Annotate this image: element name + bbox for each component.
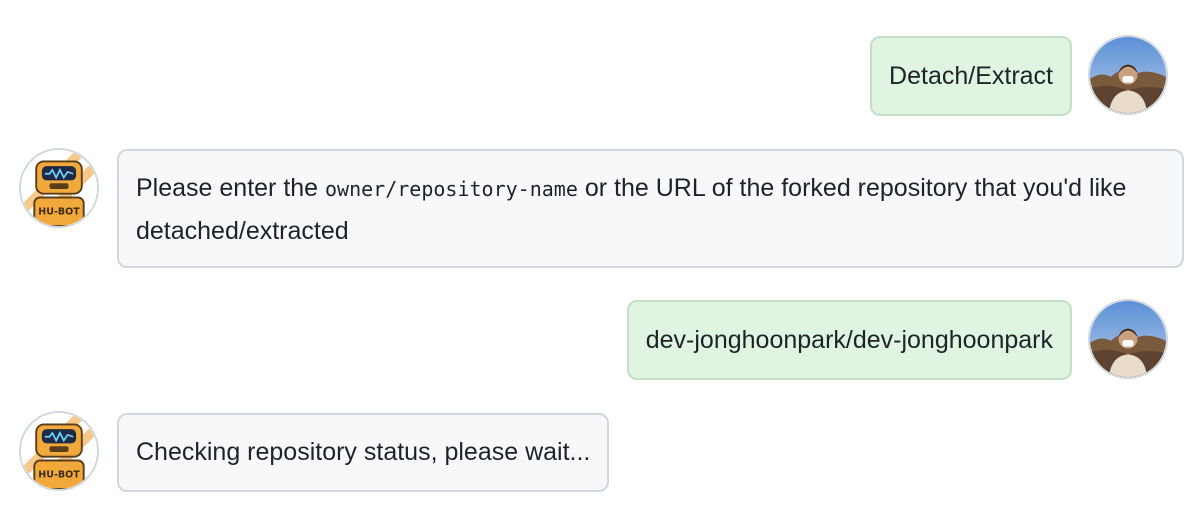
message-text: Detach/Extract <box>889 62 1053 90</box>
bot-avatar[interactable]: HU-BOT <box>19 148 99 228</box>
message-text: dev-jonghoonpark/dev-jonghoonpark <box>645 326 1053 354</box>
bot-message-bubble: Please enter the owner/repository-name o… <box>117 149 1184 268</box>
chat-thread: Detach/Extract HU-BOT Please enter the o… <box>0 0 1188 514</box>
user-avatar[interactable] <box>1088 299 1168 379</box>
bot-logo-text: HU-BOT <box>38 470 80 481</box>
message-text: Checking repository status, please wait.… <box>136 438 591 466</box>
user-message-bubble: dev-jonghoonpark/dev-jonghoonpark <box>626 300 1072 380</box>
repository-name-code: owner/repository-name <box>325 177 578 201</box>
robot-icon: HU-BOT <box>21 413 97 489</box>
user-avatar[interactable] <box>1088 35 1168 115</box>
user-photo-icon <box>1090 37 1166 113</box>
message-text: Please enter the <box>136 174 326 202</box>
bot-logo-text: HU-BOT <box>38 207 80 218</box>
user-photo-icon <box>1090 301 1166 377</box>
bot-avatar[interactable]: HU-BOT <box>19 411 99 491</box>
robot-icon: HU-BOT <box>21 150 97 226</box>
bot-message-bubble: Checking repository status, please wait.… <box>117 413 610 492</box>
user-message-bubble: Detach/Extract <box>870 36 1072 116</box>
